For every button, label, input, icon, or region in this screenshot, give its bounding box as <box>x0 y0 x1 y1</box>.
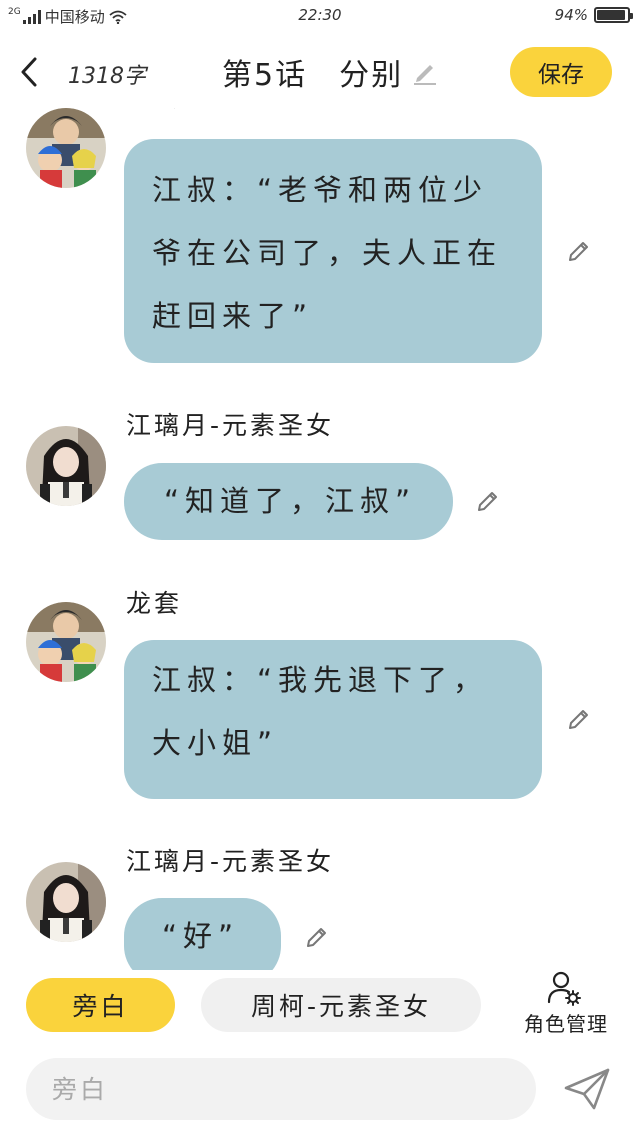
user-gear-icon <box>547 971 581 1006</box>
girl-portrait-avatar <box>26 426 106 506</box>
character-role-button[interactable]: 周柯-元素圣女 <box>201 978 481 1032</box>
paper-plane-icon[interactable] <box>562 1066 612 1112</box>
battery-icon <box>594 7 633 23</box>
pencil-icon[interactable] <box>475 488 501 514</box>
narrator-role-button[interactable]: 旁白 <box>26 978 175 1032</box>
anime-group-avatar <box>26 602 106 682</box>
message-line: 赶回来了” <box>152 299 314 333</box>
save-button[interactable]: 保存 <box>510 47 612 97</box>
message-line: “知道了，江叔” <box>164 484 417 518</box>
chapter-title[interactable]: 第5话 分别 <box>222 50 403 94</box>
word-count: 1318字 <box>68 64 146 89</box>
message-line: 江叔：“我先退下了， <box>152 663 489 697</box>
message-line: 爷在公司了，夫人正在 <box>152 236 503 270</box>
speaker-name: 江璃月-元素圣女 <box>126 847 335 876</box>
battery-percent: 94% <box>554 6 588 24</box>
composer <box>0 1050 640 1138</box>
avatar[interactable] <box>26 602 106 682</box>
message-line: 大小姐” <box>152 726 279 760</box>
pencil-icon[interactable] <box>566 706 592 732</box>
back-button[interactable] <box>14 54 44 90</box>
girl-portrait-avatar <box>26 862 106 942</box>
message-line: “好” <box>162 919 240 953</box>
message-bubble[interactable]: 江叔：“老爷和两位少 爷在公司了，夫人正在 赶回来了” <box>124 139 542 363</box>
role-selector: 旁白 周柯-元素圣女 角色管理 <box>0 970 640 1046</box>
status-right: 94% <box>554 6 633 24</box>
editor-header: 1318字 第5话 分别 保存 <box>0 40 640 104</box>
avatar[interactable] <box>26 108 106 188</box>
status-bar: 2G 中国移动 22:30 94% <box>0 0 640 32</box>
chat-area[interactable]: 龙套 江叔：“老爷和两位少 爷在公司了，夫人正在 赶回来了” 江璃月-元素圣女 … <box>0 108 640 970</box>
speaker-name: 龙套 <box>126 108 182 114</box>
pencil-icon[interactable] <box>411 58 439 86</box>
pencil-icon[interactable] <box>304 924 330 950</box>
avatar[interactable] <box>26 862 106 942</box>
message-bubble[interactable]: “知道了，江叔” <box>124 463 453 540</box>
clock: 22:30 <box>298 6 342 24</box>
speaker-name: 龙套 <box>126 589 183 618</box>
message-bubble[interactable]: 江叔：“我先退下了， 大小姐” <box>124 640 542 799</box>
message-line: 江叔：“老爷和两位少 <box>152 173 489 207</box>
anime-group-avatar <box>26 108 106 188</box>
message-input[interactable] <box>26 1058 536 1120</box>
speaker-name: 江璃月-元素圣女 <box>126 411 335 440</box>
pencil-icon[interactable] <box>566 238 592 264</box>
chevron-left-icon <box>21 57 37 87</box>
message-bubble[interactable]: “好” <box>124 898 281 970</box>
chapter-title-group[interactable]: 第5话 分别 <box>222 50 439 94</box>
role-manage-label: 角色管理 <box>524 1012 608 1036</box>
battery-level <box>597 10 626 20</box>
role-manage-button[interactable]: 角色管理 <box>516 970 616 1040</box>
avatar[interactable] <box>26 426 106 506</box>
